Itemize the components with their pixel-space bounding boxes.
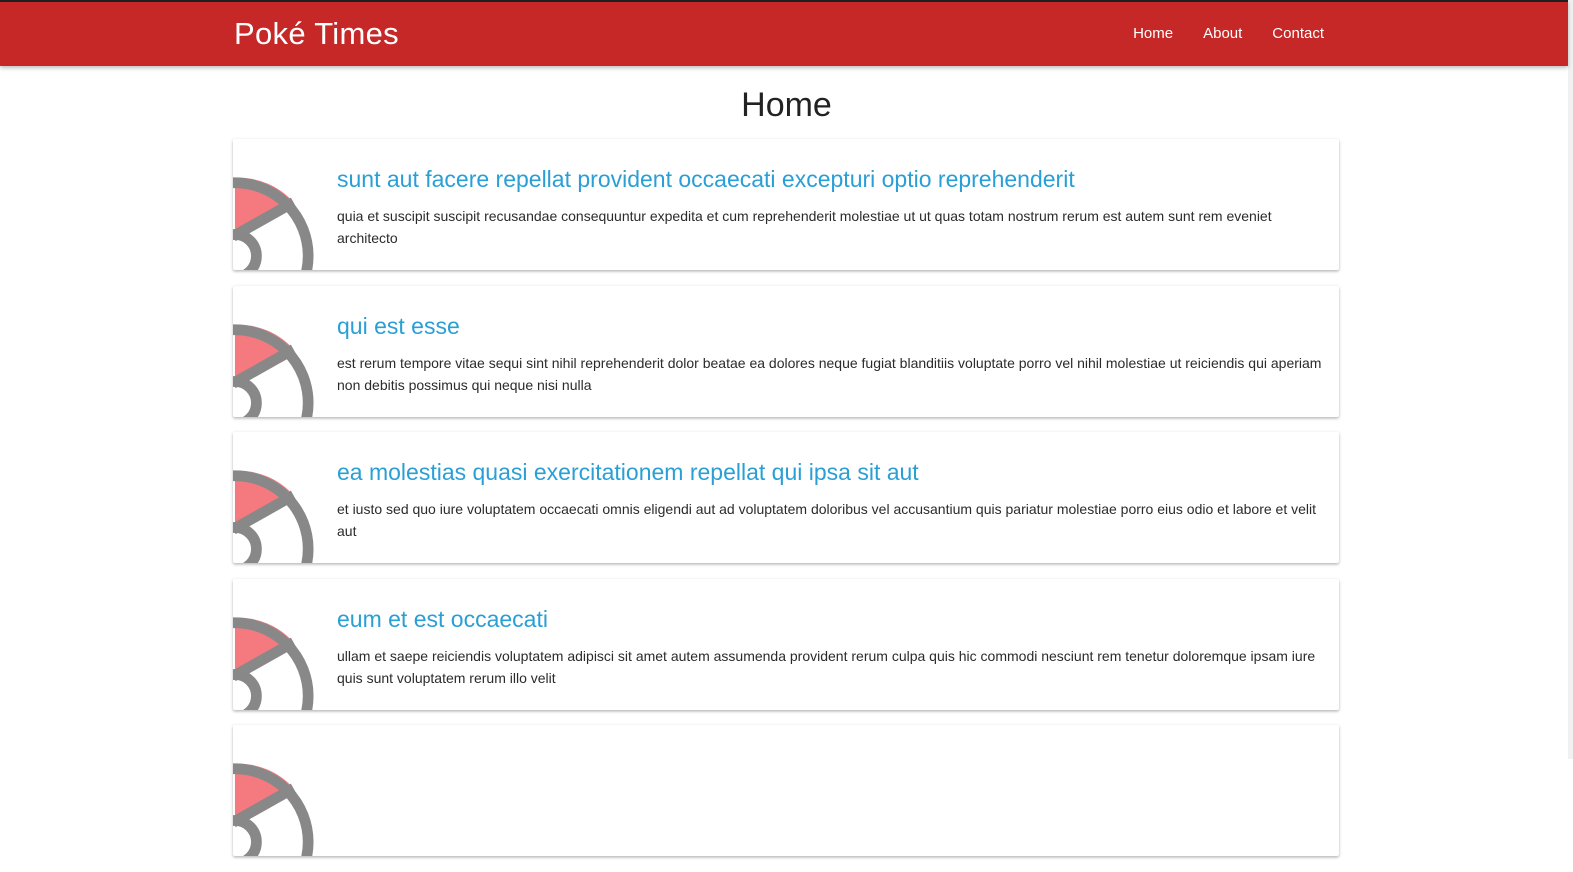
nav-links: Home About Contact <box>1133 25 1324 42</box>
nav-link-home[interactable]: Home <box>1133 25 1173 42</box>
navbar: Poké Times Home About Contact <box>0 0 1568 66</box>
post-body: est rerum tempore vitae sequi sint nihil… <box>337 354 1322 393</box>
nav-link-about[interactable]: About <box>1203 25 1242 42</box>
post-title[interactable]: sunt aut facere repellat provident occae… <box>337 166 1075 193</box>
brand-logo[interactable]: Poké Times <box>234 16 399 52</box>
post-title[interactable]: qui est esse <box>337 313 460 340</box>
post-title[interactable]: eum et est occaecati <box>337 606 548 633</box>
post-body: ullam et saepe reiciendis voluptatem adi… <box>337 647 1316 686</box>
post-card <box>233 725 1339 856</box>
pokeball-icon <box>233 177 314 270</box>
post-list: sunt aut facere repellat provident occae… <box>233 139 1339 872</box>
post-card: ea molestias quasi exercitationem repell… <box>233 432 1339 563</box>
pokeball-icon <box>233 323 314 417</box>
post-card: qui est esse est rerum tempore vitae seq… <box>233 285 1339 417</box>
post-body: quia et suscipit suscipit recusandae con… <box>337 208 1272 246</box>
page-title: Home <box>741 86 832 124</box>
post-card: eum et est occaecati ullam et saepe reic… <box>233 578 1339 710</box>
post-body: et iusto sed quo iure voluptatem occaeca… <box>337 501 1316 539</box>
post-title[interactable]: ea molestias quasi exercitationem repell… <box>337 459 919 486</box>
nav-link-contact[interactable]: Contact <box>1272 25 1324 42</box>
pokeball-icon <box>233 763 314 856</box>
post-card: sunt aut facere repellat provident occae… <box>233 139 1339 270</box>
pokeball-icon <box>233 470 314 563</box>
pokeball-icon <box>233 616 314 710</box>
